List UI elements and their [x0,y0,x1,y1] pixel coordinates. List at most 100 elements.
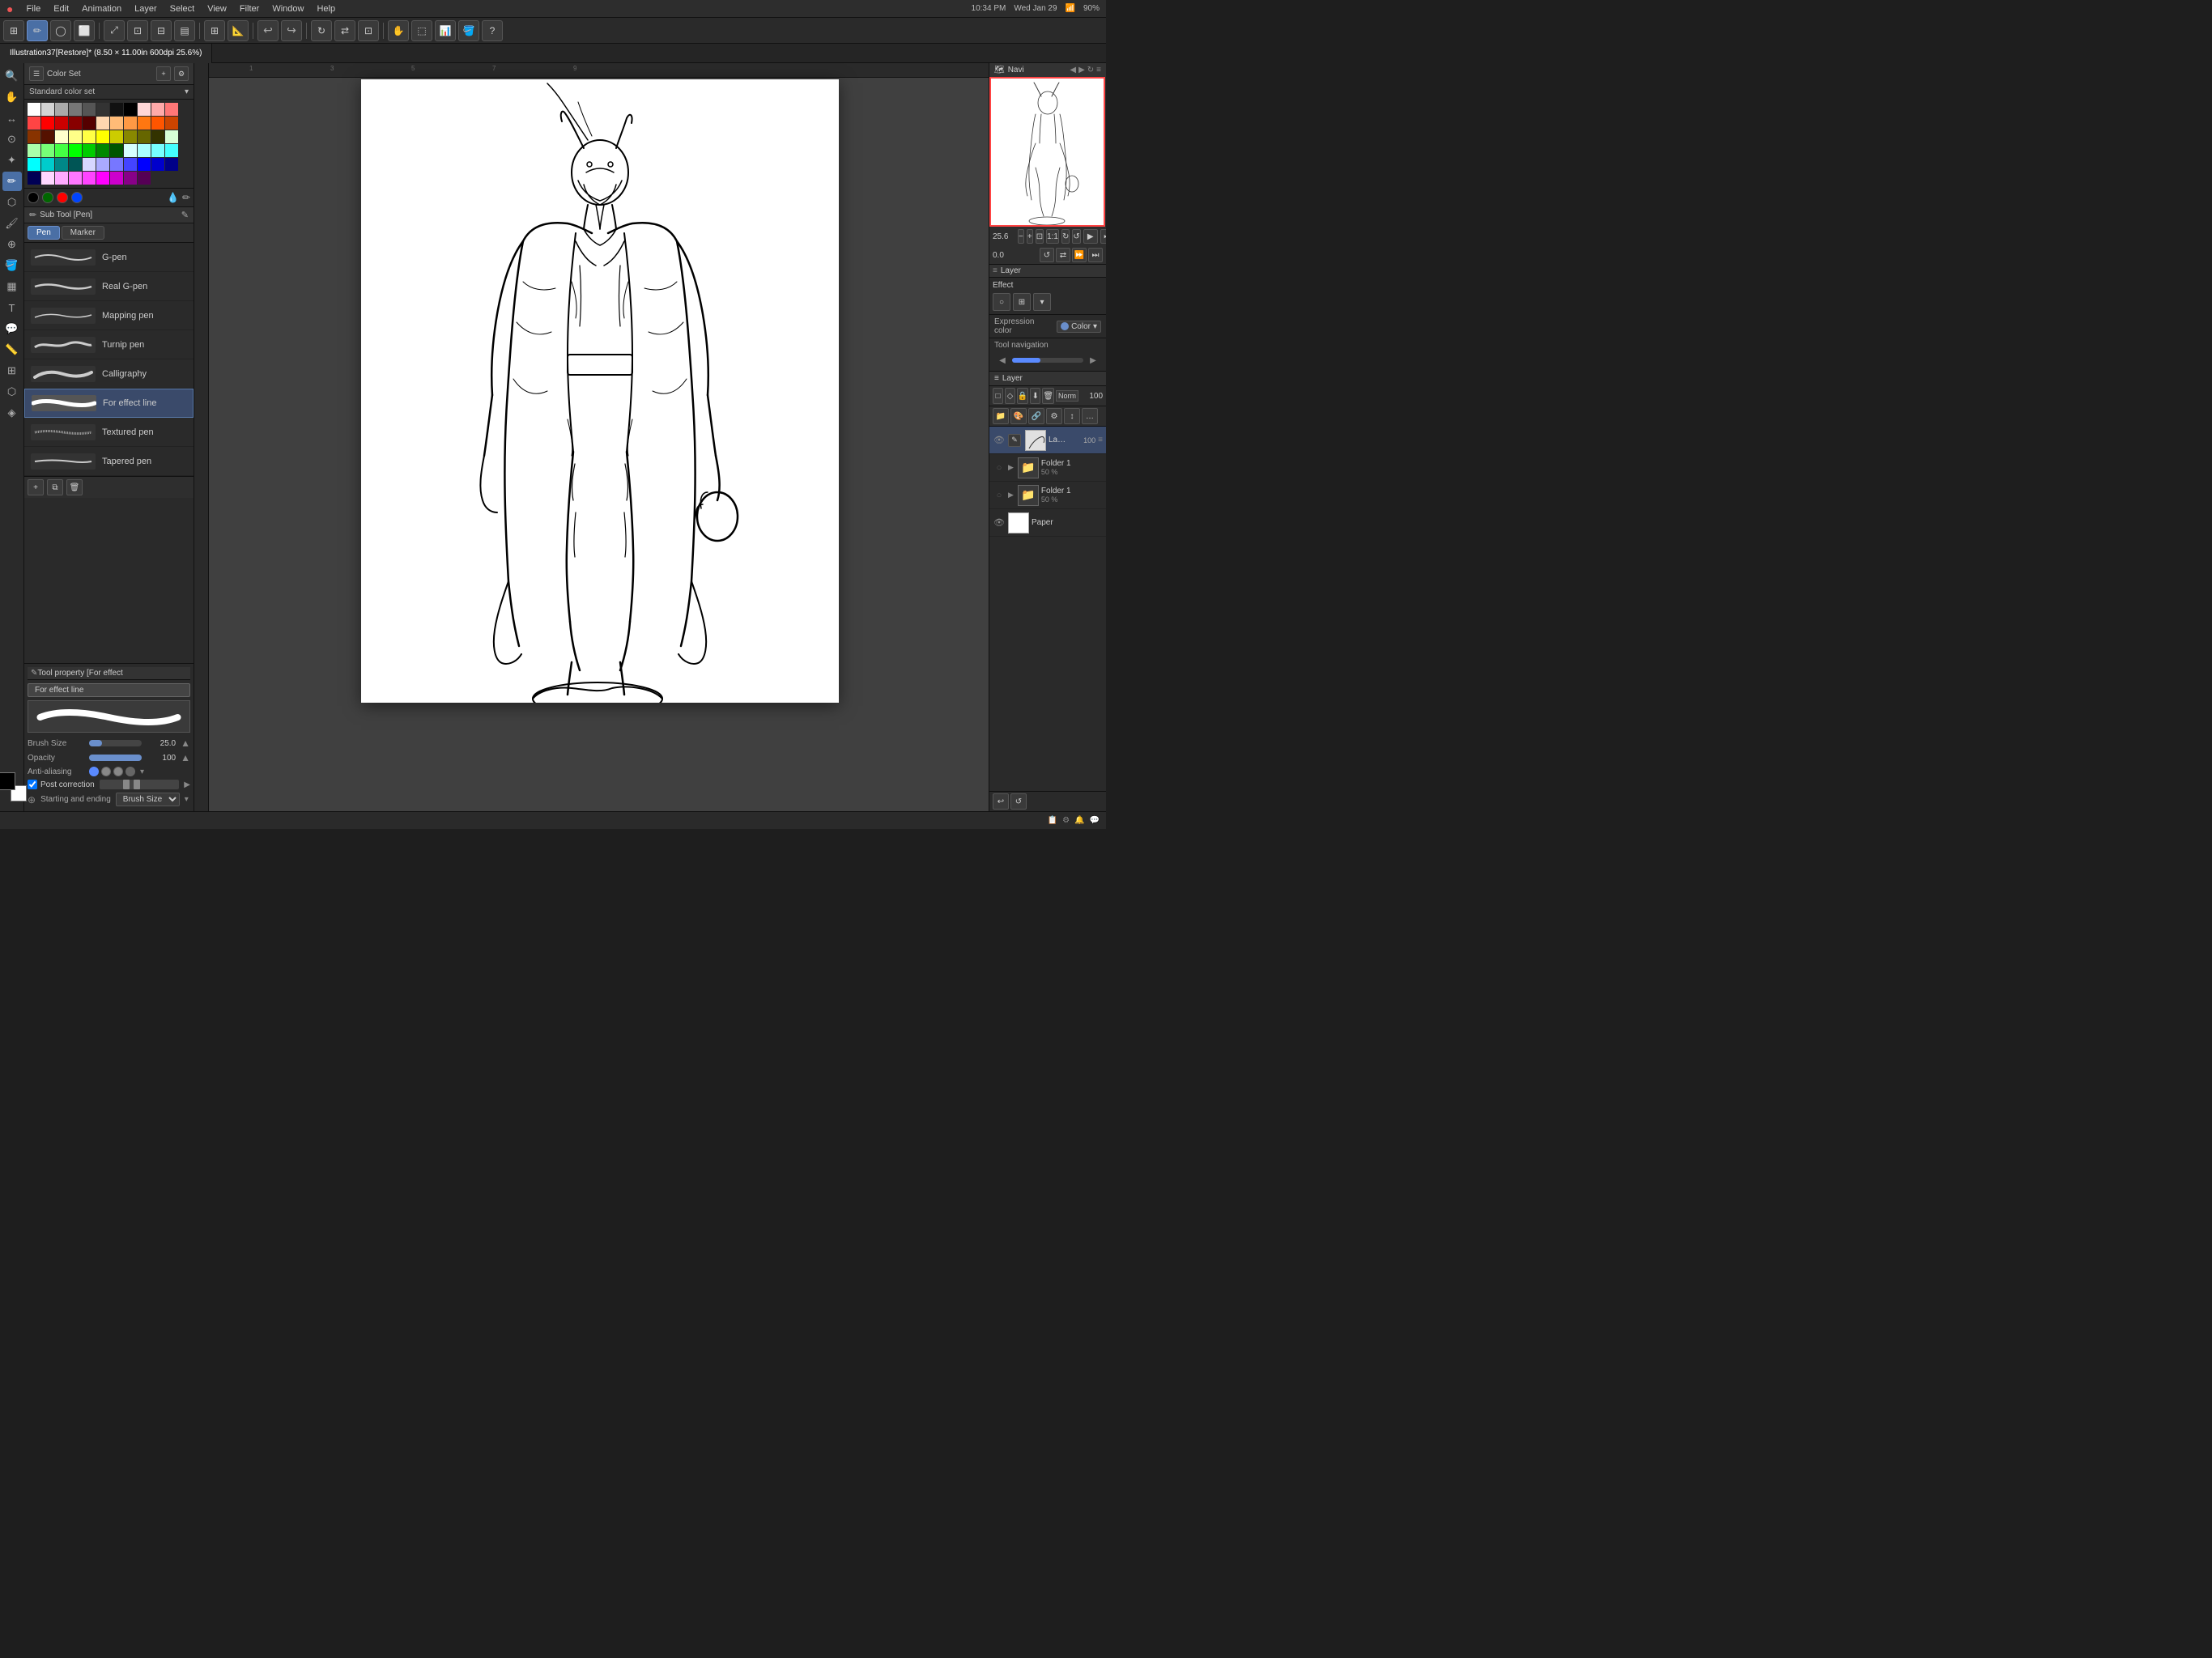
tab-marker[interactable]: Marker [62,226,104,240]
pen-item-real-g-pen[interactable]: Real G-pen [24,272,194,301]
layer-5-options-btn[interactable]: ≡ [1098,436,1103,444]
tab-pen[interactable]: Pen [28,226,60,240]
color-fill-btn[interactable]: 🪣 [458,20,479,41]
color-swatch-31[interactable] [151,130,164,143]
shape-btn[interactable]: ◯ [50,20,71,41]
menu-file[interactable]: File [26,4,40,14]
flip-h-btn[interactable]: ⇄ [1056,248,1070,262]
tool-lasso[interactable]: ⊙ [2,130,22,149]
color-dropper-icon[interactable]: 💧 [167,192,179,203]
color-swatch-45[interactable] [41,158,54,171]
sub-tool-pencil-icon[interactable]: ✎ [181,210,189,220]
link-layers-btn[interactable]: 🔗 [1028,408,1044,424]
color-swatch-30[interactable] [138,130,151,143]
pen-pressure-btn[interactable]: 📊 [435,20,456,41]
effect-grid-icon[interactable]: ⊞ [1013,293,1031,311]
layer-header-menu-icon[interactable]: ≡ [994,374,999,383]
menu-window[interactable]: Window [272,4,304,14]
post-correction-checkbox[interactable] [28,780,37,789]
zoom-fit-btn[interactable]: ⊡ [358,20,379,41]
menu-edit[interactable]: Edit [53,4,69,14]
zoom-fit-canvas-btn[interactable]: ⊡ [1036,229,1044,244]
color-swatch-58[interactable] [69,172,82,185]
rotate-cw-btn[interactable]: ↻ [1061,229,1070,244]
merge-layer-btn[interactable]: ⬇ [1030,388,1040,404]
tool-ruler[interactable]: 📏 [2,340,22,359]
starting-ending-dropdown[interactable]: ▾ [185,795,189,804]
move-btn[interactable]: ✋ [388,20,409,41]
tool-3d[interactable]: ⬡ [2,382,22,402]
pen-item-textured-pen[interactable]: Textured pen [24,418,194,447]
tool-zoom[interactable]: 🔍 [2,66,22,86]
help-btn[interactable]: ? [482,20,503,41]
color-swatch-41[interactable] [138,144,151,157]
grid-btn[interactable]: ⊞ [204,20,225,41]
nav-next-btn[interactable]: ▶ [1078,66,1085,74]
status-icon-1[interactable]: 📋 [1048,816,1057,825]
color-swatch-33[interactable] [28,144,40,157]
aa-dot-0[interactable] [89,767,99,776]
color-swatch-44[interactable] [28,158,40,171]
zoom-1to1-btn[interactable]: 1:1 [1046,229,1059,244]
brush-size-slider[interactable] [89,740,142,746]
app-logo[interactable]: ● [6,2,13,15]
pen-item-turnip-pen[interactable]: Turnip pen [24,330,194,359]
layer-5-lock-icon[interactable]: ✎ [1008,434,1021,447]
color-swatch-62[interactable] [124,172,137,185]
color-swatch-40[interactable] [124,144,137,157]
color-swatch-7[interactable] [124,103,137,116]
color-swatch-29[interactable] [124,130,137,143]
tn-prev-icon[interactable]: ◀ [994,352,1010,368]
color-swatch-17[interactable] [110,117,123,130]
layer-item-paper[interactable]: 👁 Paper [989,509,1106,537]
color-swatch-16[interactable] [96,117,109,130]
color-swatch-38[interactable] [96,144,109,157]
canvas-white[interactable] [361,79,839,703]
color-swatch-34[interactable] [41,144,54,157]
expand-arrow[interactable]: ▾ [185,87,189,96]
nav-options-btn[interactable]: ≡ [1096,66,1101,74]
color-swatch-49[interactable] [96,158,109,171]
menu-help[interactable]: Help [317,4,335,14]
color-swatch-10[interactable] [165,103,178,116]
navigator-preview[interactable] [989,77,1105,227]
rotate-reset-btn[interactable]: ↺ [1040,248,1054,262]
color-swatch-2[interactable] [55,103,68,116]
tool-material[interactable]: ◈ [2,403,22,423]
post-correction-slider[interactable] [100,780,180,789]
status-icon-2[interactable]: ⚙ [1062,816,1070,825]
aa-dropdown-btn[interactable]: ▾ [140,767,144,776]
layer-item-folder-1a[interactable]: ○ ▶ 📁 Folder 1 50 % [989,454,1106,482]
color-swatch-1[interactable] [41,103,54,116]
menu-view[interactable]: View [207,4,227,14]
tool-transform[interactable]: ↔ [2,108,22,128]
document-tab[interactable]: Illustration37[Restore]* (8.50 × 11.00in… [0,44,212,63]
copy-pen-btn[interactable]: ⧉ [47,479,63,495]
rotate-btn[interactable]: ↻ [311,20,332,41]
tool-magic-wand[interactable]: ✦ [2,151,22,170]
tool-blend[interactable]: ⊕ [2,235,22,254]
opacity-slider[interactable] [89,755,142,761]
color-swatch-0[interactable] [28,103,40,116]
tool-eraser[interactable]: ⬡ [2,193,22,212]
zoom-in-btn[interactable]: + [1027,229,1033,244]
color-swatch-5[interactable] [96,103,109,116]
color-swatch-22[interactable] [28,130,40,143]
bottom-action-btn-1[interactable]: ↩ [993,793,1009,810]
opacity-up-btn[interactable]: ▲ [181,752,190,763]
color-swatch-37[interactable] [83,144,96,157]
post-correction-checkbox-label[interactable]: Post correction [28,780,95,789]
folder-1b-fold-arrow[interactable]: ▶ [1008,491,1014,500]
new-vector-layer-btn[interactable]: ◇ [1005,388,1015,404]
pen-item-mapping-pen[interactable]: Mapping pen [24,301,194,330]
color-swatch-59[interactable] [83,172,96,185]
color-swatch-60[interactable] [96,172,109,185]
color-swatch-9[interactable] [151,103,164,116]
color-swatch-14[interactable] [69,117,82,130]
color-swatch-56[interactable] [41,172,54,185]
aa-dot-1[interactable] [101,767,111,776]
color-swatch-53[interactable] [151,158,164,171]
rotate-ccw-btn[interactable]: ↺ [1072,229,1080,244]
move-layer-btn[interactable]: ↕ [1064,408,1080,424]
color-swatch-51[interactable] [124,158,137,171]
